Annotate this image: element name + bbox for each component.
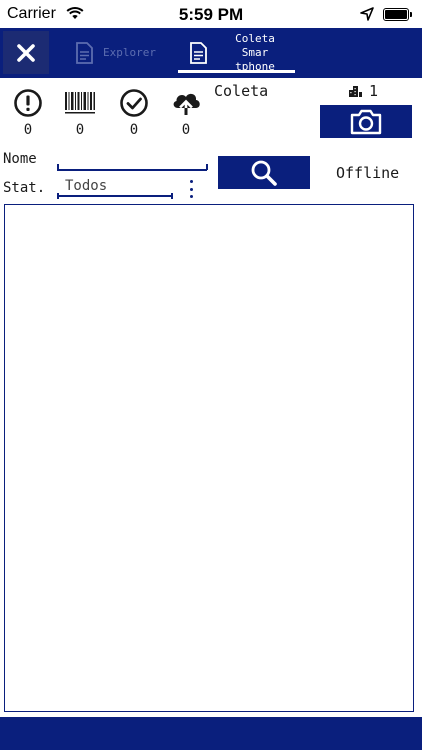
stat-checked-value: 0 [129,122,139,138]
clock: 5:59 PM [178,5,244,24]
coleta-count: 1 [348,82,378,100]
coleta-label: Coleta [214,82,269,100]
status-select-edge [171,193,173,199]
status-bar: Carrier 5:59 PM [0,0,422,28]
barcode-icon [65,92,95,114]
nome-label: Nome [3,151,37,167]
document-icon [76,42,93,64]
results-list[interactable] [4,204,414,712]
status-select-edge [57,193,59,199]
tab-explorer-label: Explorer [103,46,156,59]
nome-input-edge [206,164,208,170]
stat-barcodes[interactable]: 0 [64,88,96,138]
stat-barcodes-value: 0 [75,122,85,138]
stat-uploads[interactable]: 0 [170,88,202,138]
active-tab-indicator [178,70,295,73]
stat-alerts-value: 0 [23,122,33,138]
buildings-icon [349,86,362,97]
close-button[interactable] [3,31,49,74]
stat-checked[interactable]: 0 [118,88,150,138]
bottom-bar [0,717,422,750]
alert-icon [14,89,42,117]
tab-explorer[interactable]: Explorer [74,28,156,78]
document-icon [190,42,207,64]
nome-input-edge [57,164,59,170]
status-label: Stat. [3,180,46,196]
close-icon [17,43,35,62]
connection-status: Offline [336,164,400,182]
stat-alerts[interactable]: 0 [12,88,44,138]
check-icon [120,89,148,117]
battery-icon [383,8,412,21]
nome-input[interactable] [57,150,207,171]
coleta-count-value: 1 [369,82,379,100]
camera-icon [350,109,382,134]
location-arrow-icon [360,7,374,26]
tab-coleta-label: Coleta Smar tphone [235,32,275,73]
more-options-icon[interactable] [186,180,196,198]
camera-button[interactable] [320,105,412,138]
search-button[interactable] [218,156,310,189]
stat-uploads-value: 0 [181,122,191,138]
search-icon [251,160,277,186]
cloud-upload-icon [173,93,200,117]
status-select[interactable]: Todos [57,178,172,197]
